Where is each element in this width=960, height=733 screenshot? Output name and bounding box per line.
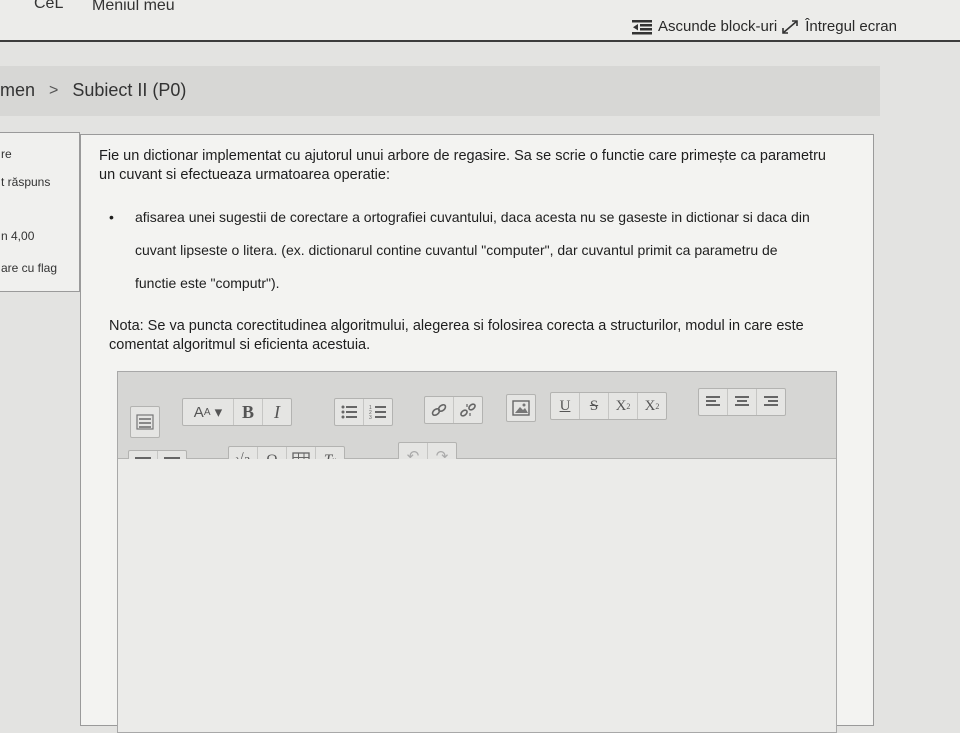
image-icon[interactable] [507, 395, 535, 421]
toolbar-group-image [506, 394, 536, 422]
bullet-list-icon[interactable] [335, 399, 363, 425]
fullscreen-button[interactable]: Întregul ecran [781, 18, 897, 35]
link-icon[interactable] [425, 397, 453, 423]
flag-question-link[interactable]: are cu flag [1, 261, 57, 275]
toolbar-group-align [698, 388, 786, 416]
info-status: re [1, 147, 12, 161]
numbered-list-icon[interactable]: 1 2 3 [363, 399, 392, 425]
toolbar-group-toggle [130, 406, 160, 438]
question-nota: Nota: Se va puncta corectitudinea algori… [109, 318, 804, 353]
strikethrough-icon[interactable]: S [579, 393, 608, 419]
breadcrumb: men > Subiect II (P0) [0, 80, 186, 101]
info-points: n 4,00 [1, 229, 35, 243]
bold-icon[interactable]: B [233, 399, 262, 425]
italic-icon[interactable]: I [262, 399, 291, 425]
breadcrumb-item-current[interactable]: Subiect II (P0) [72, 80, 186, 101]
breadcrumb-item-exam[interactable]: men [0, 80, 35, 101]
topbar-actions: Ascunde block-uri Întregul ecran [632, 18, 897, 35]
user-menu[interactable]: Meniul meu [92, 0, 175, 15]
question-info-box: re t răspuns n 4,00 are cu flag [0, 132, 80, 292]
toolbar-group-styles: U S X2 X2 [550, 392, 667, 420]
align-right-icon[interactable] [756, 389, 785, 415]
breadcrumb-bar: men > Subiect II (P0) [0, 66, 880, 116]
subscript-icon[interactable]: X2 [608, 393, 637, 419]
info-answer-state: t răspuns [1, 175, 51, 189]
fullscreen-icon [781, 19, 799, 35]
question-bullet-text: afisarea unei sugestii de corectare a or… [135, 209, 810, 291]
align-left-icon[interactable] [699, 389, 727, 415]
hide-blocks-label: Ascunde block-uri [658, 18, 778, 35]
editor-toolbar: AA ▾ B I 1 2 3 U S X 2 X 2 ↶ ↷ [118, 372, 836, 478]
svg-text:3: 3 [369, 415, 372, 420]
unlink-icon[interactable] [453, 397, 482, 423]
top-bar: CeL Meniul meu Ascunde block-uri Întregu… [0, 0, 960, 42]
question-bullet: • afisarea unei sugestii de corectare a … [109, 201, 813, 300]
toolbar-toggle-icon[interactable] [131, 407, 159, 437]
bullet-dot-icon: • [109, 209, 114, 225]
question-box: Fie un dictionar implementat cu ajutorul… [80, 134, 874, 733]
hide-blocks-button[interactable]: Ascunde block-uri [632, 18, 777, 35]
superscript-icon[interactable]: X2 [637, 393, 666, 419]
toolbar-group-lists: 1 2 3 [334, 398, 393, 426]
underline-icon[interactable]: U [551, 393, 579, 419]
site-brand[interactable]: CeL [34, 0, 63, 13]
toolbar-group-format: AA ▾ B I [182, 398, 292, 426]
chevron-right-icon: > [49, 81, 59, 99]
fullscreen-label: Întregul ecran [805, 18, 897, 35]
answer-editor: AA ▾ B I 1 2 3 U S X 2 X 2 ↶ ↷ [117, 371, 837, 733]
hide-blocks-icon [632, 19, 652, 35]
align-center-icon[interactable] [727, 389, 756, 415]
question-intro: Fie un dictionar implementat cu ajutorul… [99, 148, 826, 183]
editor-content-area[interactable] [118, 459, 836, 732]
font-size-icon[interactable]: AA ▾ [183, 399, 233, 425]
toolbar-group-links [424, 396, 483, 424]
